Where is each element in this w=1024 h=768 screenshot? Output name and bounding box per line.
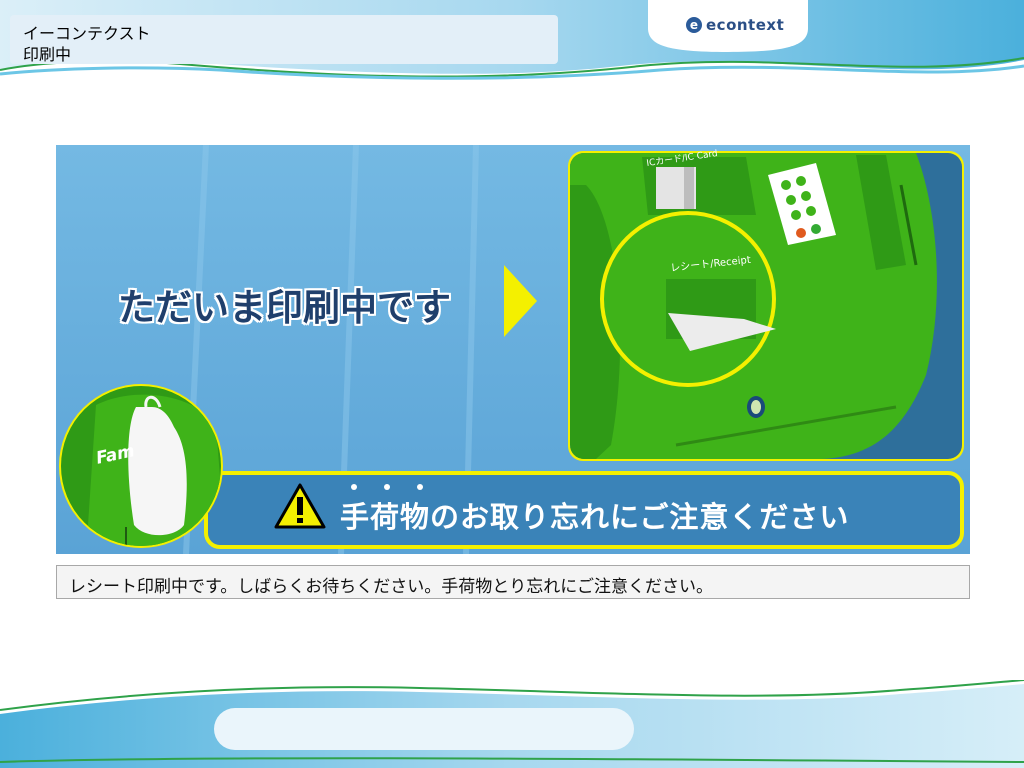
- logo-text: econtext: [706, 16, 785, 34]
- printing-banner: ICカード/IC Card レシート/Receipt Fam ただいま印刷中です…: [56, 145, 970, 554]
- status-message: レシート印刷中です。しばらくお待ちください。手荷物とり忘れにご注意ください。: [69, 577, 713, 597]
- banner-illustration: [56, 145, 970, 554]
- footer: [0, 680, 1024, 768]
- belongings-warning-text: 手荷物のお取り忘れにご注意ください: [340, 500, 850, 534]
- footer-wave: [0, 680, 1024, 768]
- status-message-bar: レシート印刷中です。しばらくお待ちください。手荷物とり忘れにご注意ください。: [56, 565, 970, 599]
- header: イーコンテクスト 印刷中 e econtext: [0, 0, 1024, 80]
- page-title: 印刷中: [23, 45, 72, 64]
- title-box: イーコンテクスト 印刷中: [10, 15, 558, 64]
- warning-icon: [274, 483, 326, 529]
- logo-mark: e: [686, 17, 702, 33]
- econtext-logo: e econtext: [686, 13, 784, 37]
- printing-headline: ただいま印刷中です: [118, 286, 451, 329]
